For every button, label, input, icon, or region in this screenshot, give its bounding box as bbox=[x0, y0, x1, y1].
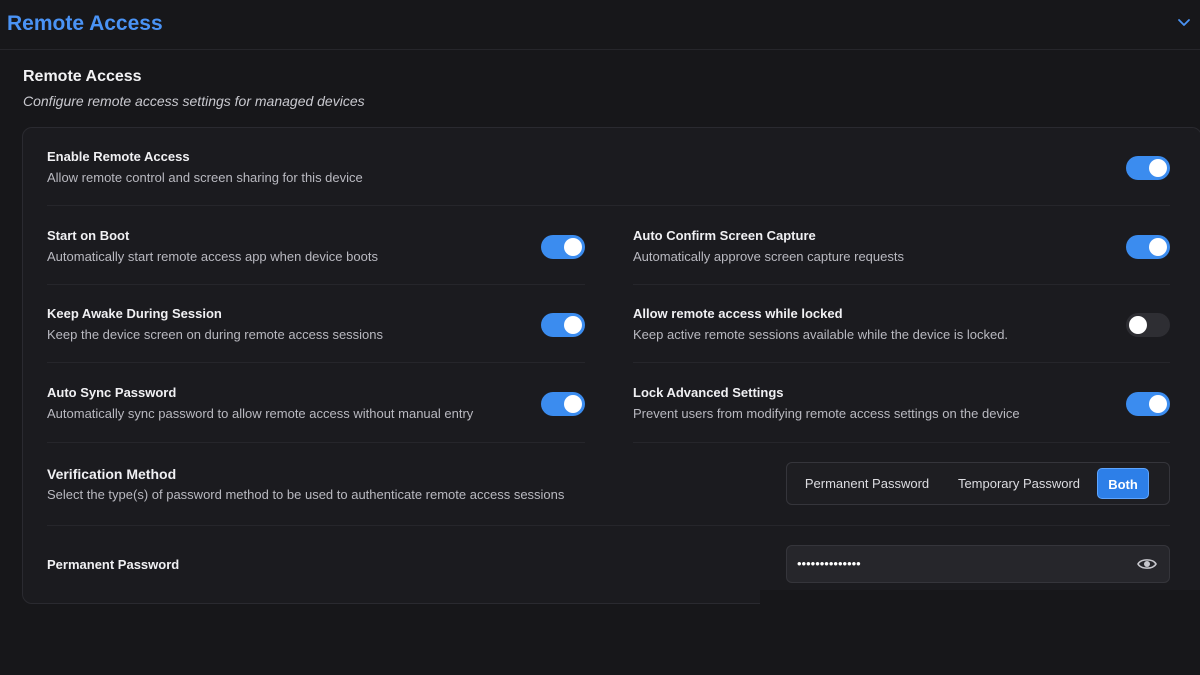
setting-title: Start on Boot bbox=[47, 228, 130, 243]
auto-confirm-toggle[interactable] bbox=[1126, 235, 1170, 259]
start-on-boot-toggle[interactable] bbox=[541, 235, 585, 259]
divider bbox=[47, 284, 585, 285]
section-subtitle: Configure remote access settings for man… bbox=[23, 93, 365, 109]
setting-description: Allow remote control and screen sharing … bbox=[47, 170, 363, 185]
divider bbox=[633, 362, 1170, 363]
setting-description: Prevent users from modifying remote acce… bbox=[633, 406, 1020, 421]
option-permanent-password[interactable]: Permanent Password bbox=[795, 468, 939, 499]
section-header[interactable]: Remote Access bbox=[0, 0, 1200, 50]
chevron-down-icon[interactable] bbox=[1176, 14, 1192, 30]
header-title: Remote Access bbox=[7, 12, 163, 35]
setting-title: Allow remote access while locked bbox=[633, 306, 843, 321]
setting-title: Verification Method bbox=[47, 466, 177, 482]
permanent-password-input[interactable]: •••••••••••••• bbox=[786, 545, 1170, 583]
setting-title: Auto Sync Password bbox=[47, 385, 177, 400]
setting-title: Auto Confirm Screen Capture bbox=[633, 228, 816, 243]
option-both[interactable]: Both bbox=[1097, 468, 1149, 499]
allow-locked-toggle[interactable] bbox=[1126, 313, 1170, 337]
divider bbox=[633, 284, 1170, 285]
divider bbox=[47, 442, 585, 443]
setting-title: Lock Advanced Settings bbox=[633, 385, 784, 400]
setting-description: Keep the device screen on during remote … bbox=[47, 327, 384, 342]
keep-awake-toggle[interactable] bbox=[541, 313, 585, 337]
eye-icon[interactable] bbox=[1137, 556, 1157, 572]
setting-title: Keep Awake During Session bbox=[47, 306, 222, 321]
settings-card bbox=[22, 127, 1200, 604]
lock-advanced-toggle[interactable] bbox=[1126, 392, 1170, 416]
setting-description: Automatically start remote access app wh… bbox=[47, 249, 378, 264]
setting-description: Automatically approve screen capture req… bbox=[633, 249, 904, 264]
setting-title: Permanent Password bbox=[47, 557, 180, 572]
password-value: •••••••••••••• bbox=[797, 556, 861, 571]
divider bbox=[633, 442, 1170, 443]
divider bbox=[47, 205, 1170, 206]
setting-title: Enable Remote Access bbox=[47, 149, 190, 164]
auto-sync-password-toggle[interactable] bbox=[541, 392, 585, 416]
divider bbox=[47, 525, 1170, 526]
option-temporary-password[interactable]: Temporary Password bbox=[947, 468, 1091, 499]
setting-description: Automatically sync password to allow rem… bbox=[47, 406, 474, 421]
divider bbox=[47, 362, 585, 363]
section-title: Remote Access bbox=[23, 68, 142, 85]
verification-method-segmented-control: Permanent Password Temporary Password Bo… bbox=[786, 462, 1170, 505]
setting-description: Select the type(s) of password method to… bbox=[47, 487, 565, 502]
enable-remote-access-toggle[interactable] bbox=[1126, 156, 1170, 180]
setting-description: Keep active remote sessions available wh… bbox=[633, 327, 1009, 342]
